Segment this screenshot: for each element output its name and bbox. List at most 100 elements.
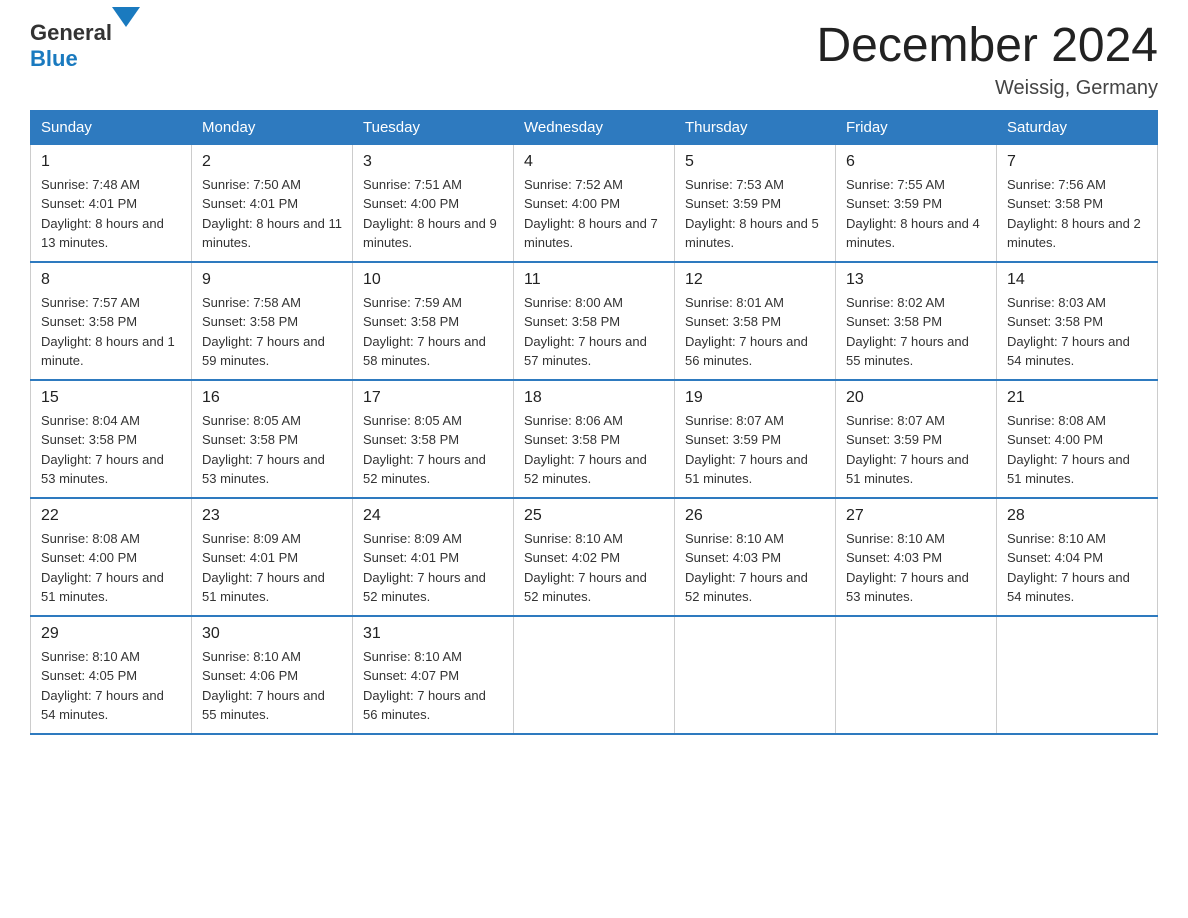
calendar-cell: 24Sunrise: 8:09 AMSunset: 4:01 PMDayligh… — [353, 498, 514, 616]
day-info: Sunrise: 7:56 AMSunset: 3:58 PMDaylight:… — [1007, 175, 1147, 253]
calendar-cell: 18Sunrise: 8:06 AMSunset: 3:58 PMDayligh… — [514, 380, 675, 498]
day-number: 16 — [202, 389, 342, 407]
day-info: Sunrise: 8:06 AMSunset: 3:58 PMDaylight:… — [524, 411, 664, 489]
calendar-cell: 6 Sunrise: 7:55 AMSunset: 3:59 PMDaylight… — [836, 144, 997, 262]
calendar-cell: 8 Sunrise: 7:57 AMSunset: 3:58 PMDaylight… — [31, 262, 192, 380]
calendar-week-4: 22Sunrise: 8:08 AMSunset: 4:00 PMDayligh… — [31, 498, 1158, 616]
logo-triangle-icon — [112, 7, 140, 44]
calendar-cell — [514, 616, 675, 734]
calendar-week-2: 8 Sunrise: 7:57 AMSunset: 3:58 PMDaylight… — [31, 262, 1158, 380]
day-number: 5 — [685, 153, 825, 171]
day-number: 12 — [685, 271, 825, 289]
day-info: Sunrise: 8:10 AMSunset: 4:07 PMDaylight:… — [363, 647, 503, 725]
day-info: Sunrise: 7:51 AMSunset: 4:00 PMDaylight:… — [363, 175, 503, 253]
day-number: 4 — [524, 153, 664, 171]
col-header-thursday: Thursday — [675, 110, 836, 144]
day-info: Sunrise: 8:10 AMSunset: 4:05 PMDaylight:… — [41, 647, 181, 725]
calendar-cell: 26 Sunrise: 8:10 AMSunset: 4:03 PMDayligh… — [675, 498, 836, 616]
day-info: Sunrise: 8:03 AMSunset: 3:58 PMDaylight:… — [1007, 293, 1147, 371]
calendar-cell: 4 Sunrise: 7:52 AMSunset: 4:00 PMDaylight… — [514, 144, 675, 262]
calendar-cell: 1Sunrise: 7:48 AMSunset: 4:01 PMDaylight… — [31, 144, 192, 262]
col-header-monday: Monday — [192, 110, 353, 144]
logo-text-block: General Blue — [30, 20, 140, 72]
day-number: 9 — [202, 271, 342, 289]
calendar-cell: 27 Sunrise: 8:10 AMSunset: 4:03 PMDayligh… — [836, 498, 997, 616]
col-header-sunday: Sunday — [31, 110, 192, 144]
day-number: 13 — [846, 271, 986, 289]
day-info: Sunrise: 8:10 AMSunset: 4:04 PMDaylight:… — [1007, 529, 1147, 607]
day-number: 25 — [524, 507, 664, 525]
day-number: 31 — [363, 625, 503, 643]
day-number: 3 — [363, 153, 503, 171]
day-info: Sunrise: 7:55 AMSunset: 3:59 PMDaylight:… — [846, 175, 986, 253]
day-info: Sunrise: 8:07 AMSunset: 3:59 PMDaylight:… — [846, 411, 986, 489]
day-info: Sunrise: 8:05 AMSunset: 3:58 PMDaylight:… — [202, 411, 342, 489]
calendar-cell: 29 Sunrise: 8:10 AMSunset: 4:05 PMDayligh… — [31, 616, 192, 734]
calendar-header-row: SundayMondayTuesdayWednesdayThursdayFrid… — [31, 110, 1158, 144]
calendar-cell: 31 Sunrise: 8:10 AMSunset: 4:07 PMDayligh… — [353, 616, 514, 734]
month-title: December 2024 — [816, 20, 1158, 73]
day-number: 6 — [846, 153, 986, 171]
calendar-cell: 2 Sunrise: 7:50 AMSunset: 4:01 PMDaylight… — [192, 144, 353, 262]
day-number: 20 — [846, 389, 986, 407]
day-number: 1 — [41, 153, 181, 171]
day-info: Sunrise: 8:08 AMSunset: 4:00 PMDaylight:… — [41, 529, 181, 607]
day-number: 26 — [685, 507, 825, 525]
logo-blue: Blue — [30, 46, 78, 71]
calendar-cell: 10Sunrise: 7:59 AMSunset: 3:58 PMDayligh… — [353, 262, 514, 380]
day-info: Sunrise: 8:10 AMSunset: 4:02 PMDaylight:… — [524, 529, 664, 607]
calendar-cell — [997, 616, 1158, 734]
day-info: Sunrise: 8:08 AMSunset: 4:00 PMDaylight:… — [1007, 411, 1147, 489]
calendar-cell: 17 Sunrise: 8:05 AMSunset: 3:58 PMDayligh… — [353, 380, 514, 498]
calendar-week-5: 29 Sunrise: 8:10 AMSunset: 4:05 PMDayligh… — [31, 616, 1158, 734]
calendar-table: SundayMondayTuesdayWednesdayThursdayFrid… — [30, 110, 1158, 735]
calendar-cell: 7Sunrise: 7:56 AMSunset: 3:58 PMDaylight… — [997, 144, 1158, 262]
day-number: 27 — [846, 507, 986, 525]
location: Weissig, Germany — [816, 77, 1158, 100]
day-number: 19 — [685, 389, 825, 407]
calendar-cell: 14 Sunrise: 8:03 AMSunset: 3:58 PMDayligh… — [997, 262, 1158, 380]
day-info: Sunrise: 8:02 AMSunset: 3:58 PMDaylight:… — [846, 293, 986, 371]
day-number: 17 — [363, 389, 503, 407]
day-info: Sunrise: 7:57 AMSunset: 3:58 PMDaylight:… — [41, 293, 181, 371]
day-number: 23 — [202, 507, 342, 525]
calendar-cell: 9 Sunrise: 7:58 AMSunset: 3:58 PMDaylight… — [192, 262, 353, 380]
day-info: Sunrise: 8:07 AMSunset: 3:59 PMDaylight:… — [685, 411, 825, 489]
day-info: Sunrise: 7:50 AMSunset: 4:01 PMDaylight:… — [202, 175, 342, 253]
calendar-cell: 21Sunrise: 8:08 AMSunset: 4:00 PMDayligh… — [997, 380, 1158, 498]
col-header-tuesday: Tuesday — [353, 110, 514, 144]
calendar-cell: 11 Sunrise: 8:00 AMSunset: 3:58 PMDayligh… — [514, 262, 675, 380]
calendar-cell: 23 Sunrise: 8:09 AMSunset: 4:01 PMDayligh… — [192, 498, 353, 616]
day-info: Sunrise: 7:53 AMSunset: 3:59 PMDaylight:… — [685, 175, 825, 253]
calendar-cell: 16 Sunrise: 8:05 AMSunset: 3:58 PMDayligh… — [192, 380, 353, 498]
col-header-wednesday: Wednesday — [514, 110, 675, 144]
day-info: Sunrise: 7:59 AMSunset: 3:58 PMDaylight:… — [363, 293, 503, 371]
calendar-cell: 25 Sunrise: 8:10 AMSunset: 4:02 PMDayligh… — [514, 498, 675, 616]
calendar-cell — [836, 616, 997, 734]
day-number: 11 — [524, 271, 664, 289]
day-info: Sunrise: 8:10 AMSunset: 4:06 PMDaylight:… — [202, 647, 342, 725]
title-block: December 2024 Weissig, Germany — [816, 20, 1158, 100]
calendar-week-1: 1Sunrise: 7:48 AMSunset: 4:01 PMDaylight… — [31, 144, 1158, 262]
day-number: 2 — [202, 153, 342, 171]
day-info: Sunrise: 7:52 AMSunset: 4:00 PMDaylight:… — [524, 175, 664, 253]
day-number: 14 — [1007, 271, 1147, 289]
day-number: 15 — [41, 389, 181, 407]
day-info: Sunrise: 8:10 AMSunset: 4:03 PMDaylight:… — [846, 529, 986, 607]
day-info: Sunrise: 8:05 AMSunset: 3:58 PMDaylight:… — [363, 411, 503, 489]
col-header-saturday: Saturday — [997, 110, 1158, 144]
day-number: 24 — [363, 507, 503, 525]
day-number: 29 — [41, 625, 181, 643]
day-number: 8 — [41, 271, 181, 289]
day-info: Sunrise: 8:09 AMSunset: 4:01 PMDaylight:… — [202, 529, 342, 607]
day-info: Sunrise: 8:00 AMSunset: 3:58 PMDaylight:… — [524, 293, 664, 371]
day-info: Sunrise: 8:04 AMSunset: 3:58 PMDaylight:… — [41, 411, 181, 489]
calendar-week-3: 15 Sunrise: 8:04 AMSunset: 3:58 PMDayligh… — [31, 380, 1158, 498]
day-info: Sunrise: 7:58 AMSunset: 3:58 PMDaylight:… — [202, 293, 342, 371]
calendar-cell — [675, 616, 836, 734]
logo: General Blue — [30, 20, 140, 72]
day-info: Sunrise: 8:10 AMSunset: 4:03 PMDaylight:… — [685, 529, 825, 607]
calendar-cell: 5 Sunrise: 7:53 AMSunset: 3:59 PMDaylight… — [675, 144, 836, 262]
calendar-cell: 28Sunrise: 8:10 AMSunset: 4:04 PMDayligh… — [997, 498, 1158, 616]
calendar-cell: 20 Sunrise: 8:07 AMSunset: 3:59 PMDayligh… — [836, 380, 997, 498]
